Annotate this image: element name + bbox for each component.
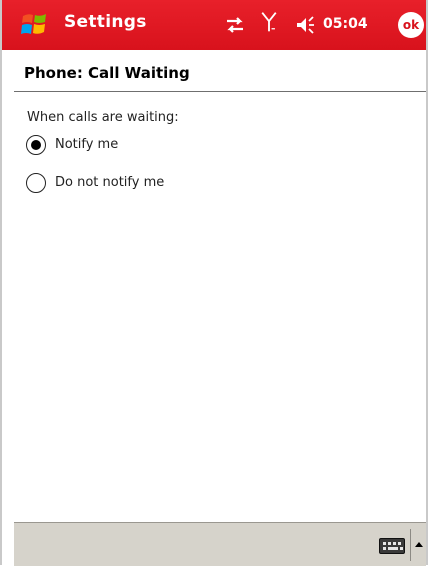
do-not-notify-label[interactable]: Do not notify me (55, 175, 164, 190)
key (383, 547, 386, 550)
do-not-notify-radio[interactable] (26, 173, 46, 193)
section-label: When calls are waiting: (27, 110, 179, 125)
volume-icon[interactable] (295, 14, 317, 36)
do-not-notify-option[interactable]: Do not notify me (26, 173, 276, 199)
key (398, 542, 401, 545)
sip-arrow-up-icon[interactable] (410, 529, 425, 561)
title-bar: Settings 05:04 ok (2, 0, 426, 50)
keyboard-icon[interactable] (379, 538, 405, 554)
key (393, 542, 396, 545)
header-divider (14, 91, 426, 92)
clock[interactable]: 05:04 (323, 16, 368, 32)
key (400, 547, 403, 550)
page-title: Phone: Call Waiting (24, 64, 190, 82)
signal-icon[interactable] (258, 11, 280, 33)
notify-me-label[interactable]: Notify me (55, 137, 118, 152)
app-title: Settings (64, 12, 147, 32)
device-screen: Settings 05:04 ok Phone: Call Waiting Wh… (0, 0, 428, 566)
key (388, 547, 398, 550)
ok-button[interactable]: ok (398, 12, 424, 38)
notify-me-option[interactable]: Notify me (26, 135, 276, 161)
sync-icon[interactable] (224, 14, 246, 36)
windows-start-icon[interactable] (20, 11, 48, 39)
key (383, 542, 386, 545)
key (388, 542, 391, 545)
radio-selected-dot (30, 139, 41, 150)
menu-bar (14, 522, 426, 566)
notify-me-radio[interactable] (26, 135, 46, 155)
